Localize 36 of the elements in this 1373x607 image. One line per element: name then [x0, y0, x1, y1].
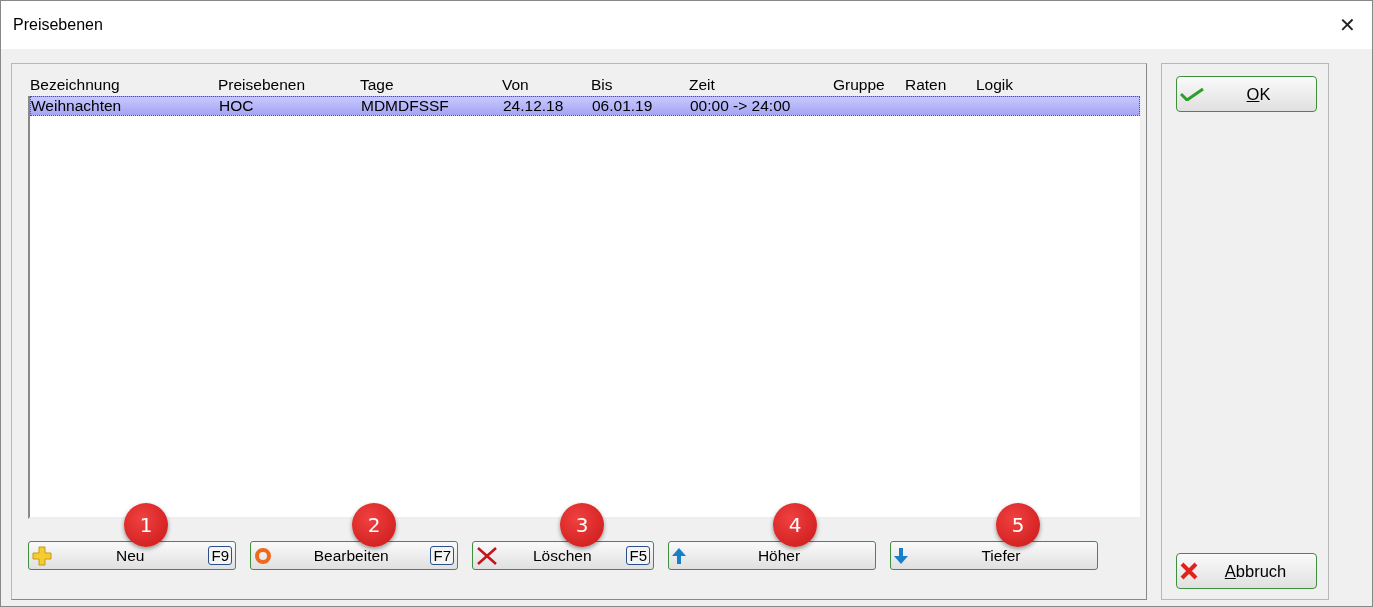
column-header[interactable]: Von	[502, 76, 591, 94]
table-cell-text: 06.01.19	[592, 97, 654, 115]
move-up-button[interactable]: Höher	[668, 541, 876, 570]
table-cell-text: 24.12.18	[503, 97, 565, 115]
edit-button[interactable]: Bearbeiten F7	[250, 541, 458, 570]
table-cell-text: HOC	[219, 97, 255, 115]
new-button[interactable]: Neu F9	[28, 541, 236, 570]
table-cell-text: Weihnachten	[31, 97, 123, 115]
column-header[interactable]: Raten	[905, 76, 976, 94]
shortcut-key: F9	[208, 546, 232, 565]
price-level-list[interactable]: Bezeichnung Preisebenen Tage Von Bis Zeit Gruppe Raten Logik Weihnachten HOC MDMDFSSF 24.12.18 06.01.19 00:00 -> 24:00	[28, 74, 1142, 519]
column-header[interactable]: Logik	[976, 76, 1136, 94]
plus-icon	[32, 545, 52, 566]
checkmark-icon	[1180, 87, 1204, 101]
delete-button[interactable]: Löschen F5	[472, 541, 654, 570]
column-header[interactable]: Bis	[591, 76, 689, 94]
move-down-button[interactable]: Tiefer	[890, 541, 1098, 570]
ok-button[interactable]: OK	[1176, 76, 1317, 112]
cancel-button[interactable]: Abbruch	[1176, 553, 1317, 589]
column-header[interactable]: Preisebenen	[218, 76, 360, 94]
ring-icon	[254, 546, 272, 565]
arrow-down-icon	[894, 547, 908, 564]
table-cell-text: 00:00 -> 24:00	[690, 97, 792, 115]
column-header[interactable]: Gruppe	[833, 76, 905, 94]
shortcut-key: F5	[626, 546, 650, 565]
arrow-up-icon	[672, 547, 686, 564]
table-cell-text: MDMDFSSF	[361, 97, 450, 115]
shortcut-key: F7	[430, 546, 454, 565]
column-header[interactable]: Bezeichnung	[30, 76, 218, 94]
window-title: Preisebenen	[13, 16, 103, 34]
column-header[interactable]: Zeit	[689, 76, 833, 94]
table-row[interactable]: Weihnachten HOC MDMDFSSF 24.12.18 06.01.19 00:00 -> 24:00	[30, 96, 1140, 116]
cross-icon	[476, 545, 498, 566]
close-button[interactable]: ✕	[1333, 13, 1362, 37]
column-header[interactable]: Tage	[360, 76, 502, 94]
cross-icon	[1180, 562, 1198, 580]
